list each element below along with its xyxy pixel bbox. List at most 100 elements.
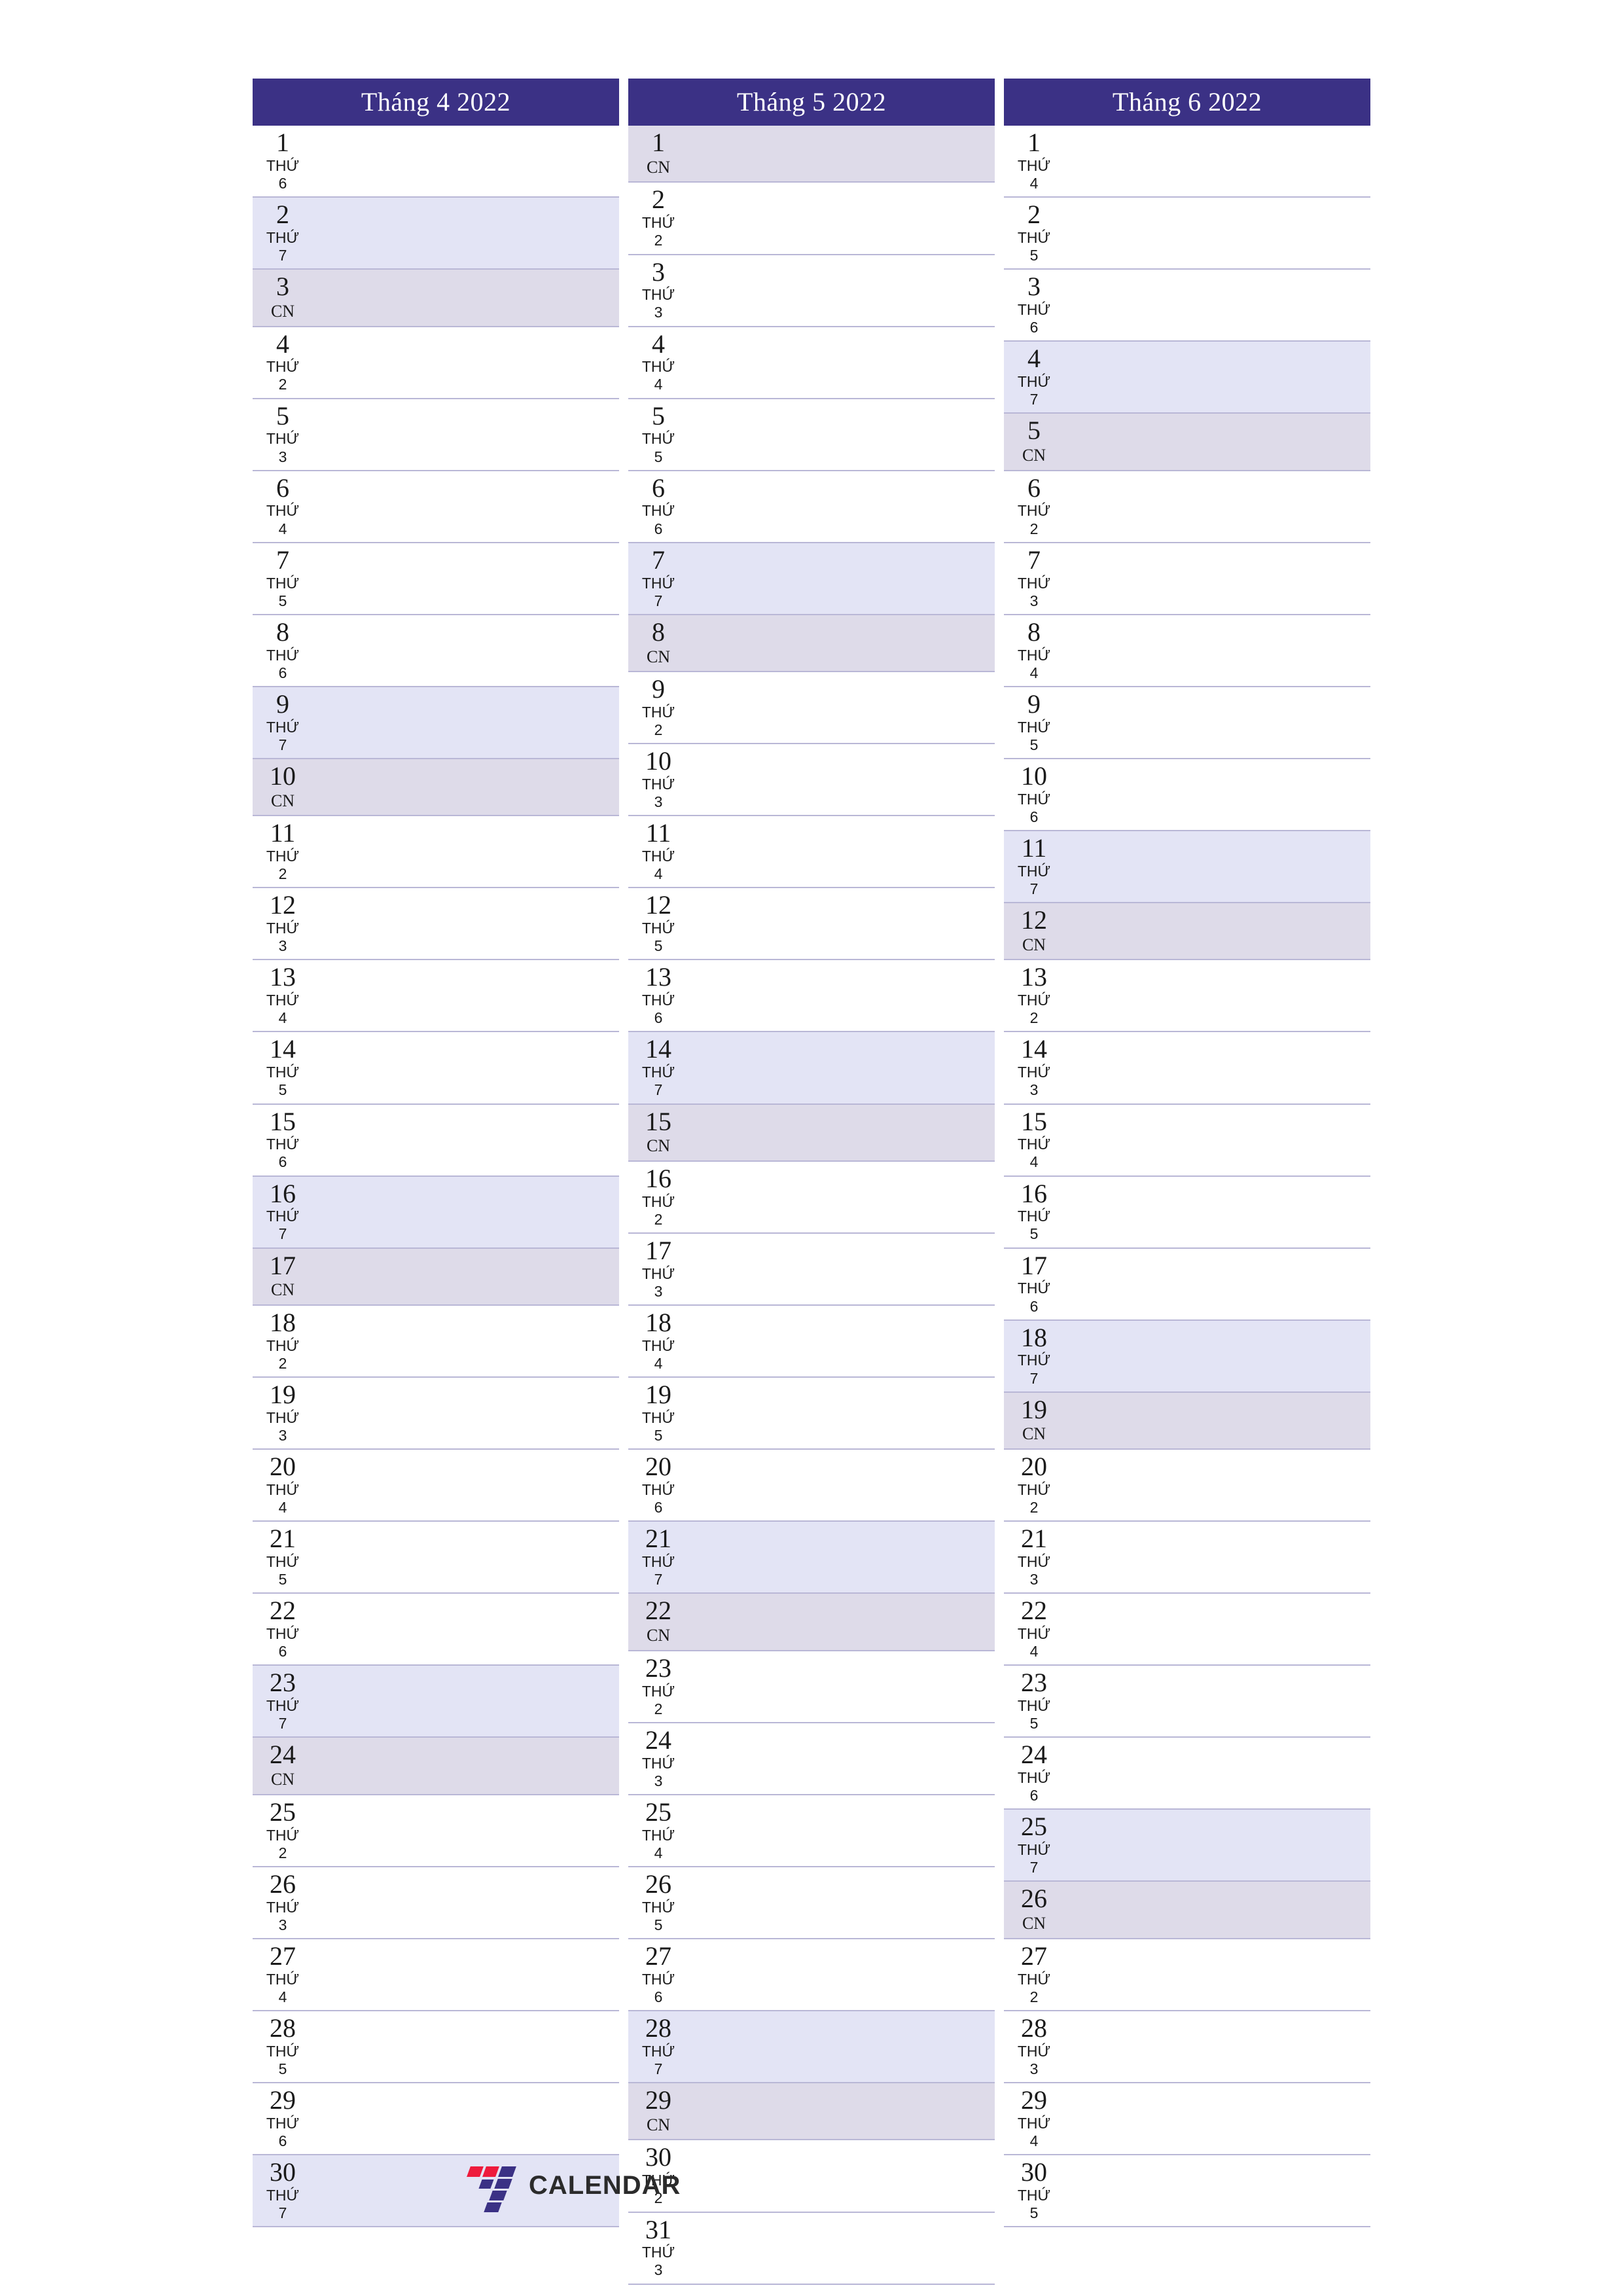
day-note-area[interactable] [313,126,619,196]
day-row[interactable]: 28 THỨ 7 [628,2009,995,2082]
day-note-area[interactable] [688,1162,995,1232]
day-row[interactable]: 17 CN [253,1247,619,1305]
day-note-area[interactable] [313,1666,619,1736]
day-row[interactable]: 12 CN [1004,901,1370,960]
day-note-area[interactable] [313,1306,619,1376]
day-row[interactable]: 10 THỨ 3 [628,743,995,816]
day-note-area[interactable] [688,672,995,743]
day-note-area[interactable] [1064,1666,1370,1736]
day-row[interactable]: 21 THỨ 5 [253,1520,619,1593]
day-note-area[interactable] [313,1594,619,1664]
day-note-area[interactable] [688,1234,995,1304]
day-row[interactable]: 7 THỨ 5 [253,541,619,614]
day-note-area[interactable] [1064,687,1370,758]
day-row[interactable]: 1 THỨ 4 [1004,126,1370,197]
day-note-area[interactable] [688,2213,995,2284]
day-note-area[interactable] [313,198,619,268]
day-row[interactable]: 29 THỨ 4 [1004,2082,1370,2155]
day-note-area[interactable] [1064,1738,1370,1808]
day-row[interactable]: 23 THỨ 2 [628,1649,995,1722]
day-row[interactable]: 14 THỨ 3 [1004,1031,1370,1103]
day-row[interactable]: 26 CN [1004,1880,1370,1938]
day-note-area[interactable] [688,1867,995,1938]
day-row[interactable]: 15 THỨ 6 [253,1103,619,1175]
day-row[interactable]: 6 THỨ 6 [628,469,995,542]
day-row[interactable]: 24 CN [253,1736,619,1794]
day-row[interactable]: 24 THỨ 3 [628,1721,995,1794]
day-row[interactable]: 26 THỨ 5 [628,1865,995,1938]
day-row[interactable]: 2 THỨ 2 [628,181,995,254]
day-row[interactable]: 11 THỨ 7 [1004,829,1370,902]
day-note-area[interactable] [313,960,619,1031]
day-row[interactable]: 6 THỨ 2 [1004,469,1370,542]
day-row[interactable]: 26 THỨ 3 [253,1865,619,1938]
day-row[interactable]: 25 THỨ 7 [1004,1808,1370,1881]
day-note-area[interactable] [688,543,995,614]
day-row[interactable]: 5 CN [1004,412,1370,470]
day-note-area[interactable] [313,1450,619,1520]
day-row[interactable]: 16 THỨ 7 [253,1175,619,1247]
day-note-area[interactable] [1064,1522,1370,1592]
day-note-area[interactable] [1064,270,1370,340]
day-row[interactable]: 21 THỨ 7 [628,1520,995,1593]
day-note-area[interactable] [688,1939,995,2010]
day-note-area[interactable] [688,615,995,671]
day-row[interactable]: 8 THỨ 4 [1004,613,1370,686]
day-row[interactable]: 11 THỨ 2 [253,815,619,888]
day-row[interactable]: 6 THỨ 4 [253,469,619,542]
day-row[interactable]: 1 CN [628,126,995,182]
day-note-area[interactable] [688,1306,995,1376]
day-row[interactable]: 2 THỨ 7 [253,196,619,269]
day-row[interactable]: 22 CN [628,1592,995,1650]
day-row[interactable]: 30 THỨ 5 [1004,2154,1370,2227]
day-row[interactable]: 27 THỨ 2 [1004,1937,1370,2010]
day-note-area[interactable] [1064,960,1370,1031]
day-row[interactable]: 29 THỨ 6 [253,2082,619,2155]
day-row[interactable]: 18 THỨ 2 [253,1304,619,1377]
day-note-area[interactable] [313,399,619,470]
day-row[interactable]: 30 THỨ 2 [628,2139,995,2212]
day-row[interactable]: 20 THỨ 2 [1004,1448,1370,1521]
day-note-area[interactable] [1064,1177,1370,1247]
day-row[interactable]: 3 THỨ 6 [1004,268,1370,341]
day-note-area[interactable] [1064,2011,1370,2082]
day-row[interactable]: 28 THỨ 3 [1004,2009,1370,2082]
day-row[interactable]: 19 THỨ 3 [253,1376,619,1449]
day-note-area[interactable] [313,816,619,887]
day-note-area[interactable] [688,1522,995,1592]
day-note-area[interactable] [1064,543,1370,614]
day-row[interactable]: 8 THỨ 6 [253,613,619,686]
day-row[interactable]: 9 THỨ 7 [253,685,619,758]
day-row[interactable]: 10 THỨ 6 [1004,757,1370,830]
day-row[interactable]: 14 THỨ 5 [253,1031,619,1103]
day-note-area[interactable] [313,759,619,815]
day-note-area[interactable] [688,960,995,1031]
day-row[interactable]: 22 THỨ 4 [1004,1592,1370,1665]
day-row[interactable]: 19 CN [1004,1391,1370,1449]
day-note-area[interactable] [313,1738,619,1793]
day-note-area[interactable] [688,1450,995,1520]
day-note-area[interactable] [688,816,995,887]
day-row[interactable]: 23 THỨ 5 [1004,1664,1370,1737]
day-note-area[interactable] [313,1177,619,1247]
day-row[interactable]: 7 THỨ 7 [628,541,995,614]
day-row[interactable]: 25 THỨ 2 [253,1793,619,1866]
day-row[interactable]: 9 THỨ 5 [1004,685,1370,758]
day-note-area[interactable] [313,687,619,758]
day-note-area[interactable] [313,615,619,686]
day-note-area[interactable] [688,126,995,181]
day-note-area[interactable] [1064,198,1370,268]
day-note-area[interactable] [688,1105,995,1160]
day-note-area[interactable] [1064,1810,1370,1880]
day-note-area[interactable] [688,2083,995,2139]
day-note-area[interactable] [1064,342,1370,412]
day-note-area[interactable] [1064,615,1370,686]
day-row[interactable]: 17 THỨ 6 [1004,1247,1370,1319]
day-note-area[interactable] [1064,126,1370,196]
day-note-area[interactable] [1064,2083,1370,2154]
day-row[interactable]: 13 THỨ 6 [628,959,995,1031]
day-row[interactable]: 13 THỨ 2 [1004,959,1370,1031]
day-note-area[interactable] [688,471,995,542]
day-note-area[interactable] [313,1522,619,1592]
day-note-area[interactable] [1064,1594,1370,1664]
